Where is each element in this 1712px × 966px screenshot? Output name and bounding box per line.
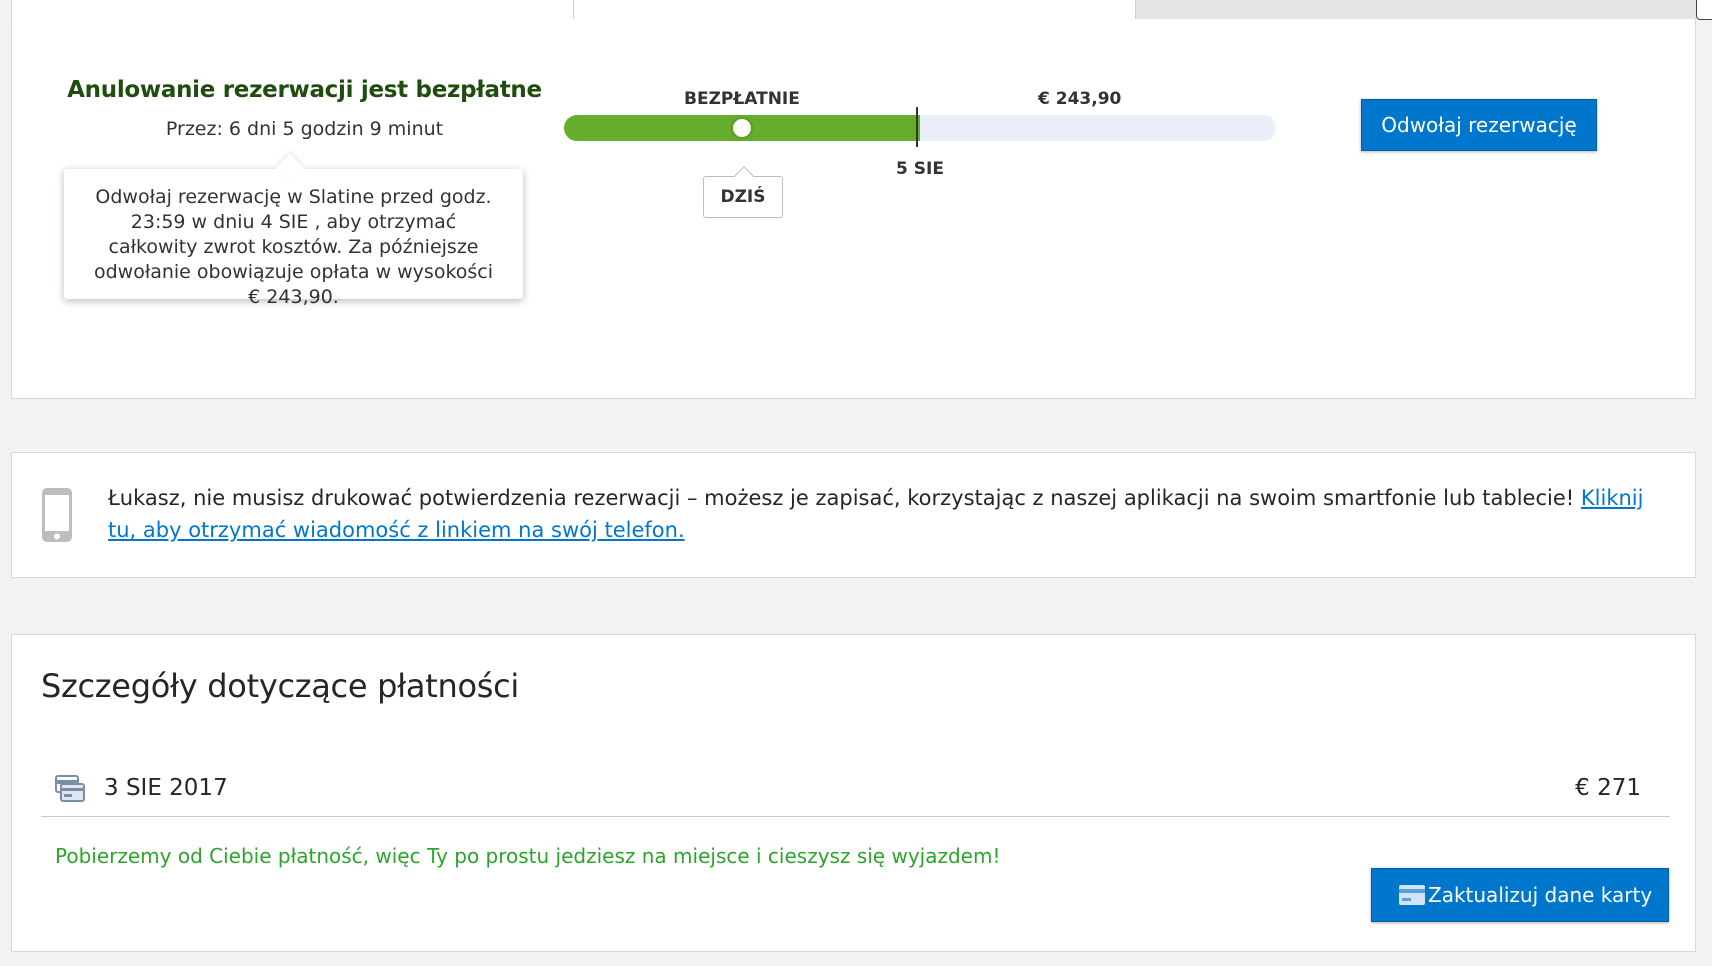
- payment-note: Pobierzemy od Ciebie płatność, więc Ty p…: [55, 844, 1001, 868]
- timeline-track: [564, 115, 1276, 141]
- update-card-button[interactable]: Zaktualizuj dane karty: [1371, 868, 1669, 922]
- cancel-booking-button[interactable]: Odwołaj rezerwację: [1361, 99, 1597, 151]
- credit-card-icon: [55, 775, 85, 802]
- update-card-label: Zaktualizuj dane karty: [1428, 883, 1653, 907]
- payment-row: 3 SIE 2017 € 271: [41, 765, 1670, 817]
- top-strip: [0, 0, 1712, 20]
- cancellation-card: Anulowanie rezerwacji jest bezpłatne Prz…: [11, 19, 1696, 399]
- payment-details-card: Szczegóły dotyczące płatności 3 SIE 2017…: [11, 634, 1696, 952]
- top-panel-left: [11, 0, 574, 20]
- app-promo-text: Łukasz, nie musisz drukować potwierdzeni…: [108, 482, 1668, 546]
- cancellation-timeline: BEZPŁATNIE € 243,90 5 SIE DZIŚ: [552, 69, 1277, 229]
- credit-card-icon: [1399, 885, 1425, 905]
- app-promo-message: Łukasz, nie musisz drukować potwierdzeni…: [108, 486, 1581, 510]
- payment-details-title: Szczegóły dotyczące płatności: [41, 667, 519, 705]
- cancellation-tooltip: Odwołaj rezerwację w Slatine przed godz.…: [64, 169, 523, 308]
- timeline-deadline-date: 5 SIE: [896, 159, 944, 179]
- app-promo-card: Łukasz, nie musisz drukować potwierdzeni…: [11, 452, 1696, 578]
- cancellation-time-left: Przez: 6 dni 5 godzin 9 minut: [165, 118, 444, 140]
- timeline-today-badge: DZIŚ: [703, 176, 783, 218]
- timeline-deadline-marker: [916, 107, 918, 147]
- cancellation-tooltip-text: Odwołaj rezerwację w Slatine przed godz.…: [93, 186, 494, 308]
- cancellation-title: Anulowanie rezerwacji jest bezpłatne: [67, 77, 542, 103]
- smartphone-icon: [42, 488, 72, 542]
- timeline-today-marker: [731, 117, 753, 139]
- scroll-corner[interactable]: [1696, 0, 1712, 20]
- top-panel-middle: [574, 0, 1136, 20]
- payment-amount: € 271: [1575, 775, 1641, 801]
- top-panel-right: [1136, 0, 1696, 20]
- timeline-free-label: BEZPŁATNIE: [684, 89, 800, 109]
- payment-date: 3 SIE 2017: [104, 775, 228, 801]
- timeline-fee-label: € 243,90: [1038, 89, 1122, 109]
